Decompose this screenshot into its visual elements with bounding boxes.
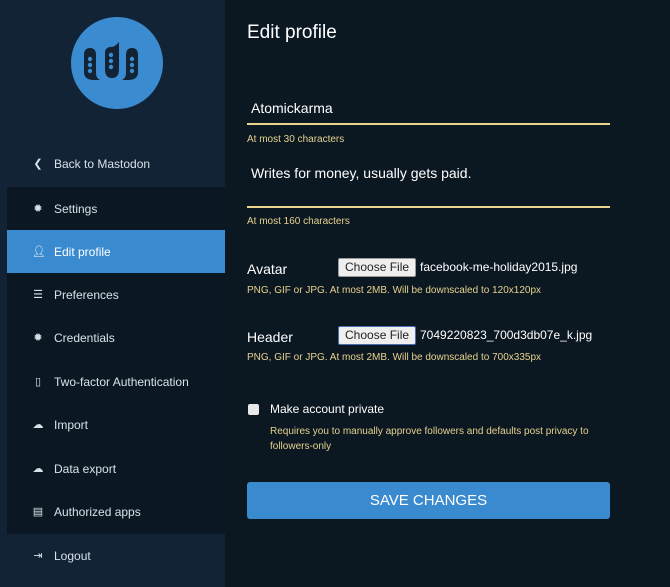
header-file-name: 7049220823_700d3db07e_k.jpg (420, 328, 593, 342)
sidebar-item-preferences[interactable]: ☰ Preferences (7, 273, 225, 316)
sidebar-item-edit-profile[interactable]: 👤︎ Edit profile (7, 230, 225, 273)
save-changes-button[interactable]: SAVE CHANGES (247, 482, 610, 519)
sidebar-item-settings[interactable]: ✹ Settings (7, 187, 225, 230)
sidebar-item-label: Two-factor Authentication (54, 374, 189, 389)
sidebar-item-label: Data export (54, 461, 117, 476)
user-icon: 👤︎ (32, 246, 46, 258)
sidebar-item-two-factor[interactable]: ▯ Two-factor Authentication (7, 360, 225, 403)
bio-hint: At most 160 characters (247, 216, 350, 227)
sidebar-item-label: Authorized apps (54, 504, 141, 519)
sidebar-item-label: Import (54, 417, 89, 432)
private-account-checkbox[interactable] (248, 404, 259, 415)
page-title: Edit profile (247, 22, 337, 43)
mastodon-logo[interactable] (71, 17, 163, 109)
header-hint: PNG, GIF or JPG. At most 2MB. Will be do… (247, 352, 542, 363)
back-to-mastodon-link[interactable]: ❮ Back to Mastodon (7, 142, 225, 185)
sidebar-item-data-export[interactable]: ☁ Data export (7, 447, 225, 490)
private-account-label[interactable]: Make account private (270, 402, 384, 416)
sidebar-item-import[interactable]: ☁ Import (7, 403, 225, 446)
sidebar-item-label: Preferences (54, 287, 119, 302)
sidebar-item-label: Edit profile (54, 244, 111, 259)
logout-link[interactable]: ⇥ Logout (7, 534, 225, 577)
gear-icon: ✹ (33, 203, 43, 215)
header-label: Header (247, 329, 293, 345)
bio-textarea[interactable]: Writes for money, usually gets paid. (247, 165, 610, 208)
avatar-label: Avatar (247, 261, 288, 277)
sidebar-item-authorized-apps[interactable]: ▤ Authorized apps (7, 490, 225, 533)
back-label: Back to Mastodon (54, 156, 151, 171)
sign-out-icon: ⇥ (33, 550, 43, 562)
chevron-left-icon: ❮ (33, 158, 43, 170)
list-icon: ▤ (32, 506, 44, 518)
sidebar-item-label: Settings (54, 201, 98, 216)
header-choose-file-button[interactable]: Choose File (338, 326, 417, 345)
logout-label: Logout (54, 548, 91, 563)
sidebar-item-credentials[interactable]: ✹ Credentials (7, 316, 225, 359)
sliders-icon: ☰ (33, 289, 43, 301)
display-name-input[interactable]: Atomickarma (247, 100, 610, 125)
avatar-hint: PNG, GIF or JPG. At most 2MB. Will be do… (247, 285, 542, 296)
sidebar-item-label: Credentials (54, 330, 115, 345)
avatar-choose-file-button[interactable]: Choose File (338, 258, 417, 277)
avatar-file-name: facebook-me-holiday2015.jpg (420, 260, 578, 274)
mobile-icon: ▯ (34, 376, 42, 388)
cloud-upload-icon: ☁ (32, 419, 44, 431)
gear-icon: ✹ (33, 332, 43, 344)
main-content: Edit profile Atomickarma At most 30 char… (225, 0, 670, 587)
mastodon-logo-icon (84, 42, 138, 80)
sidebar: ❮ Back to Mastodon ✹ Settings 👤︎ Edit prof… (0, 0, 225, 587)
display-name-hint: At most 30 characters (247, 134, 345, 145)
cloud-download-icon: ☁ (32, 463, 44, 475)
private-account-hint: Requires you to manually approve followe… (270, 426, 589, 452)
